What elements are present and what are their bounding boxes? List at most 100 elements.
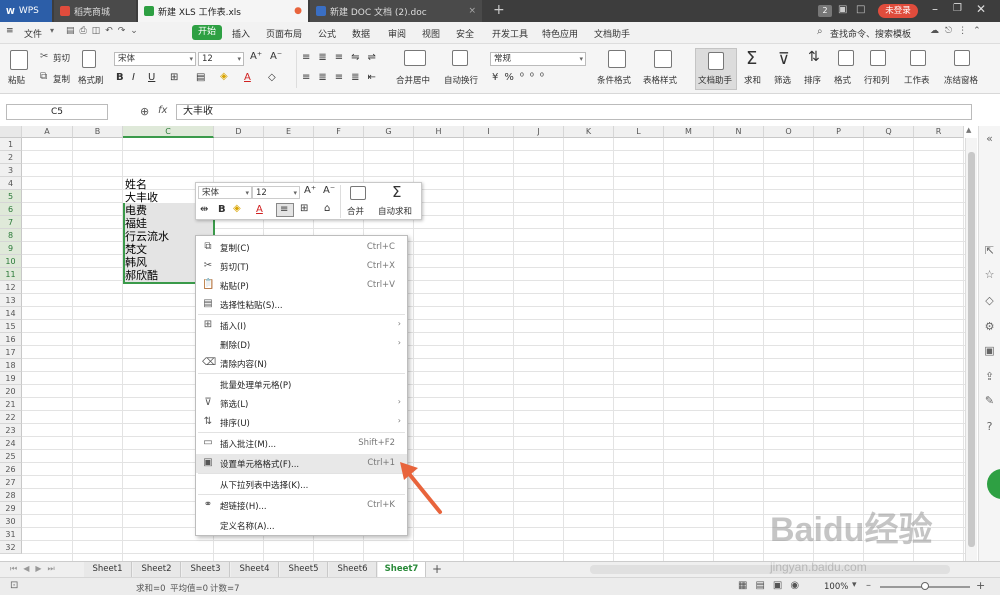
close-tab-icon[interactable]: ×: [468, 6, 476, 16]
column-header-m[interactable]: M: [664, 126, 714, 138]
row-header-22[interactable]: 22: [0, 411, 22, 424]
tab-start[interactable]: 开始: [192, 25, 222, 40]
column-header-h[interactable]: H: [414, 126, 464, 138]
bold-icon[interactable]: B: [116, 72, 124, 83]
mini-clear-icon[interactable]: ⌂: [324, 203, 330, 214]
skin-icon[interactable]: ▣: [838, 4, 847, 15]
minimize-mode-icon[interactable]: □: [856, 4, 865, 15]
row-header-27[interactable]: 27: [0, 476, 22, 489]
menu-review[interactable]: 审阅: [388, 27, 406, 40]
menu-special-apps[interactable]: 特色应用: [542, 27, 578, 40]
context-menu-item-t[interactable]: ✂ 剪切(T) Ctrl+X: [196, 257, 407, 276]
mini-fill-color-icon[interactable]: ◈: [233, 203, 241, 214]
row-header-26[interactable]: 26: [0, 463, 22, 476]
context-menu-item-k[interactable]: 从下拉列表中选择(K)...: [196, 475, 407, 494]
context-menu-item-p[interactable]: 批量处理单元格(P): [196, 375, 407, 394]
tab-wps[interactable]: W WPS: [0, 0, 52, 22]
macro-icon[interactable]: ⊡: [10, 580, 18, 591]
row-header-24[interactable]: 24: [0, 437, 22, 450]
sheet-tab-sheet7[interactable]: Sheet7: [378, 562, 426, 577]
hamburger-icon[interactable]: ≡: [6, 26, 14, 36]
mini-font-size-select[interactable]: 12 ▾: [252, 186, 300, 199]
mini-grow-font-icon[interactable]: A⁺: [304, 185, 316, 196]
row-header-13[interactable]: 13: [0, 294, 22, 307]
number-format-icons[interactable]: ¥%⁰⁰⁰: [492, 72, 550, 83]
paste-button[interactable]: 粘贴: [8, 74, 25, 86]
menu-data[interactable]: 数据: [352, 27, 370, 40]
context-menu-item-s[interactable]: ▤ 选择性粘贴(S)...: [196, 295, 407, 314]
mini-autosum-button[interactable]: 自动求和: [378, 205, 412, 217]
login-button[interactable]: 未登录: [878, 4, 918, 18]
row-header-21[interactable]: 21: [0, 398, 22, 411]
clear-format-icon[interactable]: ◇: [268, 72, 276, 83]
tools-icon[interactable]: ✎: [983, 394, 996, 407]
table-style-button[interactable]: 表格样式: [643, 74, 677, 86]
unsaved-dot-icon[interactable]: ●: [294, 6, 302, 16]
sort-button[interactable]: 排序: [804, 74, 821, 86]
copy-button[interactable]: 复制: [53, 73, 70, 85]
freeze-pane-icon[interactable]: [954, 50, 970, 66]
sheet-tab-sheet2[interactable]: Sheet2: [133, 562, 181, 577]
mini-bold-icon[interactable]: B: [218, 204, 226, 215]
mini-shrink-font-icon[interactable]: A⁻: [323, 185, 335, 196]
menu-doc-helper[interactable]: 文档助手: [594, 27, 630, 40]
filter-button[interactable]: 筛选: [774, 74, 791, 86]
number-format-select[interactable]: 常规 ▾: [490, 52, 586, 66]
mini-indent-icon[interactable]: ⇹: [200, 204, 208, 215]
row-header-14[interactable]: 14: [0, 307, 22, 320]
column-header-k[interactable]: K: [564, 126, 614, 138]
context-menu-item-a[interactable]: 定义名称(A)...: [196, 516, 407, 535]
fill-color-icon[interactable]: ◈: [220, 71, 228, 82]
menu-view[interactable]: 视图: [422, 27, 440, 40]
cell-c11[interactable]: 郝欣酷: [125, 269, 158, 282]
mini-border-icon[interactable]: ⊞: [300, 203, 308, 214]
row-header-28[interactable]: 28: [0, 489, 22, 502]
context-menu-item-n[interactable]: ⌫ 清除内容(N): [196, 354, 407, 373]
freeze-pane-button[interactable]: 冻结窗格: [944, 74, 978, 86]
context-menu-item-f[interactable]: ▣ 设置单元格格式(F)... Ctrl+1: [196, 454, 407, 473]
column-header-p[interactable]: P: [814, 126, 864, 138]
cell-c9[interactable]: 梵文: [125, 243, 147, 256]
menu-formula[interactable]: 公式: [318, 27, 336, 40]
context-menu-item-p[interactable]: 📋 粘贴(P) Ctrl+V: [196, 276, 407, 295]
sum-button[interactable]: 求和: [744, 74, 761, 86]
select-all-corner[interactable]: [0, 126, 22, 138]
row-col-button[interactable]: 行和列: [864, 74, 890, 86]
conditional-format-button[interactable]: 条件格式: [597, 74, 631, 86]
cut-button[interactable]: 剪切: [53, 52, 70, 64]
cell-c6[interactable]: 电费: [125, 204, 147, 217]
context-menu-item-d[interactable]: 删除(D) ›: [196, 335, 407, 354]
menu-developer[interactable]: 开发工具: [492, 27, 528, 40]
context-menu-item-c[interactable]: ⧉ 复制(C) Ctrl+C: [196, 238, 407, 257]
maximize-icon[interactable]: ❐: [953, 3, 962, 14]
format-painter-button[interactable]: 格式刷: [78, 74, 104, 86]
column-header-j[interactable]: J: [514, 126, 564, 138]
context-menu-item-i[interactable]: ⊞ 插入(I) ›: [196, 316, 407, 335]
font-color-icon[interactable]: A: [244, 72, 251, 83]
merge-center-button[interactable]: 合并居中: [396, 74, 430, 86]
column-header-d[interactable]: D: [214, 126, 264, 138]
command-search[interactable]: 查找命令、搜索模板: [830, 27, 911, 40]
formula-input[interactable]: 大丰收: [176, 104, 972, 120]
close-window-icon[interactable]: ✕: [976, 2, 986, 16]
row-header-1[interactable]: 1: [0, 138, 22, 151]
cell-style-icon[interactable]: ▤: [196, 72, 205, 83]
row-header-4[interactable]: 4: [0, 177, 22, 190]
chevron-down-icon[interactable]: ▾: [50, 26, 54, 35]
column-header-r[interactable]: R: [914, 126, 964, 138]
zoom-search-icon[interactable]: ⊕: [140, 105, 149, 118]
underline-icon[interactable]: U: [148, 72, 155, 83]
horizontal-align-icons[interactable]: ≡≣≡≣⇤: [302, 72, 384, 83]
row-header-5[interactable]: 5: [0, 190, 22, 203]
cell-c7[interactable]: 福娃: [125, 217, 147, 230]
menu-security[interactable]: 安全: [456, 27, 474, 40]
font-size-select[interactable]: 12 ▾: [198, 52, 244, 66]
sheet-nav-icons[interactable]: ⏮◀▶⏭: [10, 564, 61, 574]
mini-merge-icon[interactable]: [350, 186, 366, 200]
conditional-format-icon[interactable]: [608, 50, 626, 68]
format-icon[interactable]: [838, 50, 854, 66]
shape-icon[interactable]: ◇: [983, 294, 996, 307]
new-tab-icon[interactable]: +: [493, 2, 505, 18]
row-header-20[interactable]: 20: [0, 385, 22, 398]
table-style-icon[interactable]: [654, 50, 672, 68]
